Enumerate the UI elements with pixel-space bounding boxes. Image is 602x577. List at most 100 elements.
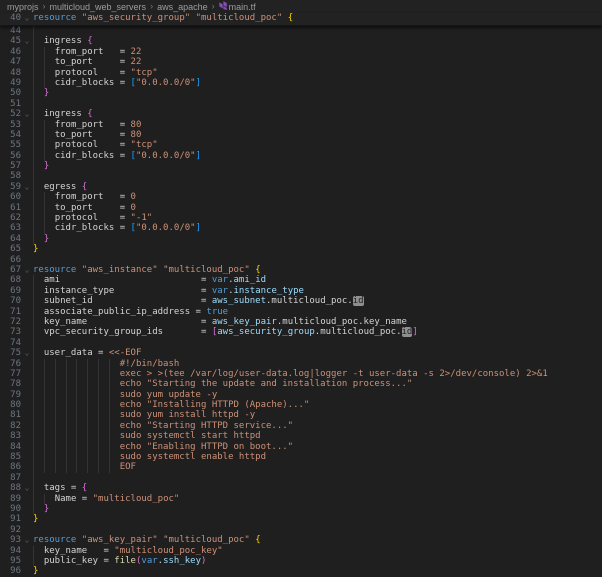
code-line[interactable]: 68 ami = var.ami_id	[0, 275, 602, 285]
code-line[interactable]: 47 to_port = 22	[0, 57, 602, 67]
indent-guide	[87, 379, 88, 389]
indent-guide	[109, 410, 110, 420]
code-line[interactable]: 49 cidr_blocks = ["0.0.0.0/0"]	[0, 78, 602, 88]
indent-guide	[44, 223, 45, 233]
fold-chevron-icon[interactable]: ⌄	[21, 348, 33, 358]
code-line[interactable]: 96}	[0, 566, 602, 576]
breadcrumb-item-main-tf[interactable]: main.tf	[219, 1, 256, 12]
code-line[interactable]: 75⌄ user_data = <<-EOF	[0, 348, 602, 358]
code-line[interactable]: 60 from_port = 0	[0, 192, 602, 202]
indent-guide	[109, 390, 110, 400]
token-ref: ssh_key	[163, 556, 201, 566]
code-line[interactable]: 81 sudo yum install httpd -y	[0, 410, 602, 420]
code-line[interactable]: 63 cidr_blocks = ["0.0.0.0/0"]	[0, 223, 602, 233]
code-line[interactable]: 62 protocol = "-1"	[0, 213, 602, 223]
code-line[interactable]: 46 from_port = 22	[0, 47, 602, 57]
code-line[interactable]: 76 #!/bin/bash	[0, 359, 602, 369]
code-line[interactable]: 48 protocol = "tcp"	[0, 68, 602, 78]
code-line[interactable]: 58	[0, 171, 602, 181]
code-line[interactable]: 56 cidr_blocks = ["0.0.0.0/0"]	[0, 151, 602, 161]
code-line[interactable]: 71 associate_public_ip_address = true	[0, 307, 602, 317]
breadcrumb-item-aws_apache[interactable]: aws_apache	[157, 2, 208, 12]
code-line[interactable]: 77 exec > >(tee /var/log/user-data.log|l…	[0, 369, 602, 379]
token-p: to_port =	[55, 130, 131, 140]
breadcrumb-item-myprojs[interactable]: myprojs	[7, 2, 39, 12]
code-line[interactable]: 50 }	[0, 88, 602, 98]
code-line[interactable]: 61 to_port = 0	[0, 203, 602, 213]
code-line[interactable]: 57 }	[0, 161, 602, 171]
indent-guide	[33, 234, 34, 244]
code-line[interactable]: 64 }	[0, 234, 602, 244]
indent-guide	[66, 410, 67, 420]
token-b1: }	[33, 244, 38, 254]
sticky-scroll-line[interactable]: 40⌄resource "aws_security_group" "multic…	[0, 13, 602, 26]
indent-guide	[33, 203, 34, 213]
code-line[interactable]: 86 EOF	[0, 462, 602, 472]
fold-chevron-icon[interactable]: ⌄	[21, 109, 33, 119]
code-line[interactable]: 93⌄resource "aws_key_pair" "multicloud_p…	[0, 535, 602, 545]
code-line[interactable]: 83 sudo systemctl start httpd	[0, 431, 602, 441]
code-line[interactable]: 66	[0, 255, 602, 265]
code-line[interactable]: 54 to_port = 80	[0, 130, 602, 140]
code-line[interactable]: 53 from_port = 80	[0, 120, 602, 130]
token-hl: id	[353, 296, 364, 306]
code-line[interactable]: 91}	[0, 514, 602, 524]
token-num: 22	[131, 57, 142, 67]
code-line[interactable]: 51	[0, 99, 602, 109]
line-number: 55	[0, 140, 21, 150]
code-line[interactable]: 44	[0, 26, 602, 36]
fold-gutter-spacer	[21, 462, 33, 472]
indent-guide	[76, 442, 77, 452]
code-line[interactable]: 78 echo "Starting the update and install…	[0, 379, 602, 389]
code-line[interactable]: 94 key_name = "multicloud_poc_key"	[0, 546, 602, 556]
line-number: 94	[0, 546, 21, 556]
code-line[interactable]: 82 echo "Starting HTTPD service..."	[0, 421, 602, 431]
line-number: 80	[0, 400, 21, 410]
indent-guide	[98, 390, 99, 400]
code-line[interactable]: 85 sudo systemctl enable httpd	[0, 452, 602, 462]
code-line[interactable]: 90 }	[0, 504, 602, 514]
fold-chevron-icon[interactable]: ⌄	[21, 483, 33, 493]
indent-guide	[44, 151, 45, 161]
code-line[interactable]: 74	[0, 338, 602, 348]
fold-chevron-icon[interactable]: ⌄	[21, 265, 33, 275]
code-line[interactable]: 69 instance_type = var.instance_type	[0, 286, 602, 296]
fold-gutter-spacer	[21, 494, 33, 504]
fold-gutter-spacer	[21, 442, 33, 452]
code-line[interactable]: 52⌄ ingress {	[0, 109, 602, 119]
code-line[interactable]: 59⌄ egress {	[0, 182, 602, 192]
fold-chevron-icon[interactable]: ⌄	[21, 36, 33, 46]
token-b2: {	[82, 182, 87, 192]
indent-guide	[44, 379, 45, 389]
code-line[interactable]: 70 subnet_id = aws_subnet.multicloud_poc…	[0, 296, 602, 306]
indent-guide	[44, 120, 45, 130]
fold-gutter-spacer	[21, 26, 33, 36]
fold-chevron-icon[interactable]: ⌄	[21, 182, 33, 192]
indent-guide	[55, 390, 56, 400]
breadcrumb-item-multicloud_web_servers[interactable]: multicloud_web_servers	[50, 2, 147, 12]
code-line[interactable]: 95 public_key = file(var.ssh_key)	[0, 556, 602, 566]
fold-gutter-spacer	[21, 255, 33, 265]
code-line[interactable]: 87	[0, 473, 602, 483]
code-line[interactable]: 80 echo "Installing HTTPD (Apache)..."	[0, 400, 602, 410]
code-line[interactable]: 79 sudo yum update -y	[0, 390, 602, 400]
line-number: 63	[0, 223, 21, 233]
token-ref: ami_id	[234, 275, 267, 285]
fold-chevron-icon[interactable]: ⌄	[21, 535, 33, 545]
code-line[interactable]: 55 protocol = "tcp"	[0, 140, 602, 150]
code-line[interactable]: 45⌄ ingress {	[0, 36, 602, 46]
code-line[interactable]: 92	[0, 525, 602, 535]
code-line[interactable]: 89 Name = "multicloud_poc"	[0, 494, 602, 504]
code-line[interactable]: 65}	[0, 244, 602, 254]
code-line[interactable]: 84 echo "Enabling HTTPD on boot..."	[0, 442, 602, 452]
code-text: exec > >(tee /var/log/user-data.log|logg…	[33, 369, 602, 379]
code-line[interactable]: 67⌄resource "aws_instance" "multicloud_p…	[0, 265, 602, 275]
indent-guide	[66, 369, 67, 379]
code-line[interactable]: 72 key_name = aws_key_pair.multicloud_po…	[0, 317, 602, 327]
code-line[interactable]: 73 vpc_security_group_ids = [aws_securit…	[0, 327, 602, 337]
fold-chevron-icon[interactable]: ⌄	[21, 13, 33, 23]
token-str: echo "Enabling HTTPD on boot..."	[120, 442, 293, 452]
sticky-code-line[interactable]: 40⌄resource "aws_security_group" "multic…	[0, 13, 602, 23]
code-editor[interactable]: 44 45⌄ ingress {46 from_port = 2247 to_p…	[0, 26, 602, 577]
code-line[interactable]: 88⌄ tags = {	[0, 483, 602, 493]
